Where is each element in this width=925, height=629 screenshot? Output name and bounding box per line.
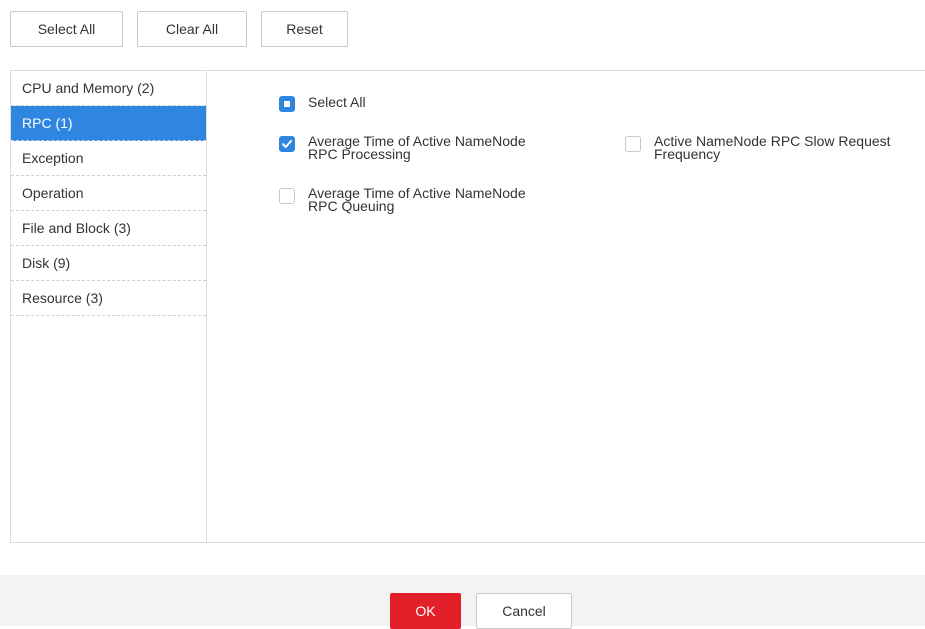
metric-row-rpc-slow-request[interactable]: Active NameNode RPC Slow Request Frequen… (625, 134, 925, 166)
select-all-metrics-checkbox[interactable] (279, 96, 295, 112)
metric-row-avg-rpc-queuing[interactable]: Average Time of Active NameNode RPC Queu… (279, 186, 569, 218)
reset-button[interactable]: Reset (261, 11, 348, 47)
metric-label-line2: Frequency (654, 146, 721, 162)
ok-button[interactable]: OK (390, 593, 461, 629)
sidebar-item-rpc[interactable]: RPC (1) (11, 106, 206, 141)
sidebar-item-operation[interactable]: Operation (11, 176, 206, 211)
metric-label-line2: RPC Processing (308, 146, 411, 162)
dialog-footer: OK Cancel (0, 575, 925, 629)
select-all-metrics-row[interactable]: Select All (279, 94, 399, 112)
checkmark-icon (282, 140, 292, 148)
sidebar-item-file-and-block[interactable]: File and Block (3) (11, 211, 206, 246)
category-sidebar: CPU and Memory (2) RPC (1) Exception Ope… (11, 71, 207, 542)
metric-checkbox-area: Select All Average Time of Active NameNo… (207, 71, 925, 542)
metric-checkbox-rpc-slow-request[interactable] (625, 136, 641, 152)
sidebar-item-cpu-and-memory[interactable]: CPU and Memory (2) (11, 71, 206, 106)
select-all-button[interactable]: Select All (10, 11, 123, 47)
metrics-panel: CPU and Memory (2) RPC (1) Exception Ope… (10, 70, 925, 543)
metric-label-rpc-slow-request: Active NameNode RPC Slow Request Frequen… (654, 134, 891, 162)
metric-label-avg-rpc-processing: Average Time of Active NameNode RPC Proc… (308, 134, 526, 162)
metric-label-avg-rpc-queuing: Average Time of Active NameNode RPC Queu… (308, 186, 526, 214)
clear-all-button[interactable]: Clear All (137, 11, 247, 47)
metric-checkbox-avg-rpc-processing[interactable] (279, 136, 295, 152)
sidebar-item-disk[interactable]: Disk (9) (11, 246, 206, 281)
metric-checkbox-avg-rpc-queuing[interactable] (279, 188, 295, 204)
metric-label-line2: RPC Queuing (308, 198, 395, 214)
sidebar-item-exception[interactable]: Exception (11, 141, 206, 176)
metric-row-avg-rpc-processing[interactable]: Average Time of Active NameNode RPC Proc… (279, 134, 569, 166)
sidebar-item-resource[interactable]: Resource (3) (11, 281, 206, 316)
cancel-button[interactable]: Cancel (476, 593, 572, 629)
select-all-metrics-label: Select All (308, 94, 366, 110)
